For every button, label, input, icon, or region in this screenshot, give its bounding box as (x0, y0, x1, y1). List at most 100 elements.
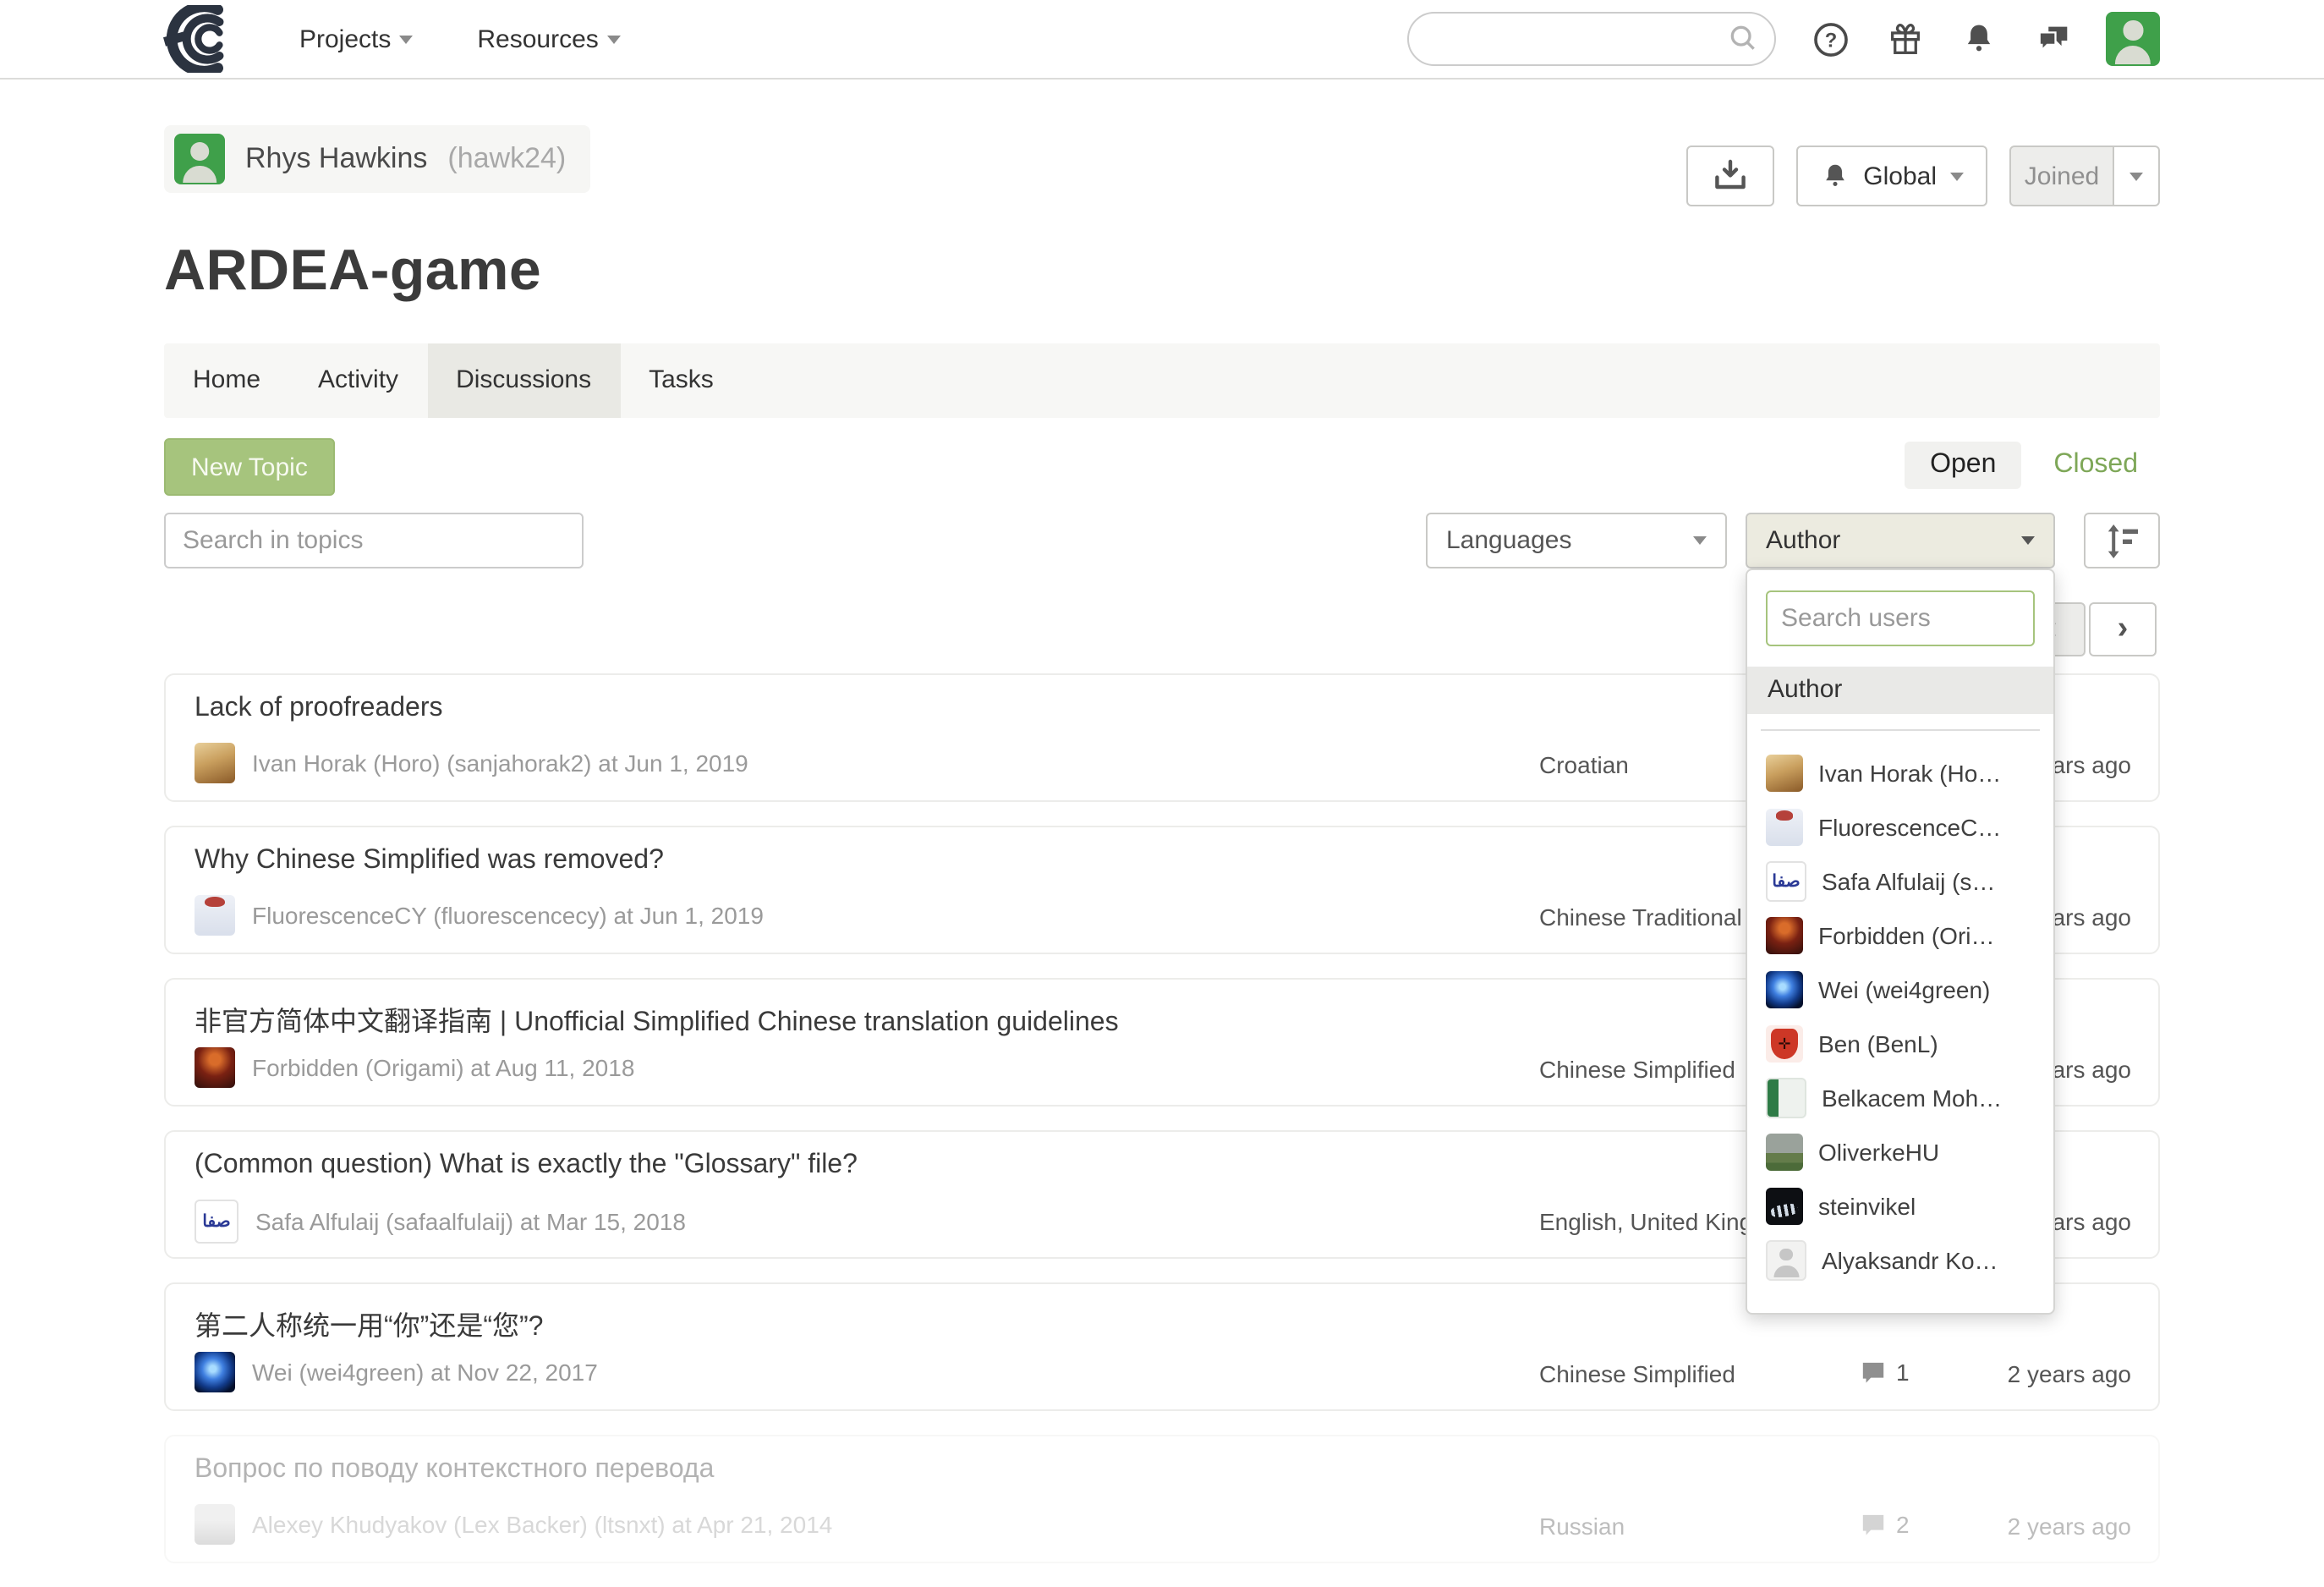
author-option[interactable]: FluorescenceC… (1766, 800, 2035, 854)
chat-bubbles-icon (2033, 19, 2074, 58)
global-search-input[interactable] (1429, 24, 1727, 54)
global-search[interactable] (1407, 12, 1776, 66)
comment-count: 2 (1896, 1511, 1910, 1538)
chevron-down-icon (1950, 172, 1964, 180)
pagination-next-button[interactable]: › (2089, 602, 2157, 656)
topic-comments: 1 (1861, 1359, 1910, 1386)
sort-button[interactable] (2084, 513, 2160, 568)
user-avatar (1766, 1188, 1803, 1225)
comment-count: 1 (1896, 1359, 1910, 1386)
chevron-down-icon (1693, 536, 1707, 545)
owner-handle: (hawk24) (447, 142, 566, 176)
topic-time: 2 years ago (2008, 1360, 2131, 1387)
projects-menu-label: Projects (299, 25, 391, 53)
topic-author-avatar (195, 895, 235, 936)
languages-filter[interactable]: Languages (1426, 513, 1727, 568)
tab-home[interactable]: Home (164, 343, 289, 418)
user-avatar[interactable] (2106, 12, 2160, 66)
sort-icon (2102, 520, 2142, 561)
author-search-input[interactable] (1766, 590, 2035, 646)
topic-language: Chinese Traditional (1539, 903, 1742, 931)
author-selected-option[interactable]: Author (1747, 667, 2053, 714)
user-name: Ben (BenL) (1818, 1030, 1938, 1057)
user-name: Wei (wei4green) (1818, 976, 1990, 1003)
topic-row[interactable]: Вопрос по поводу контекстного перевода Al… (164, 1435, 2160, 1563)
page: Projects Resources ? (0, 0, 2324, 1553)
user-name: FluorescenceC… (1818, 814, 2001, 841)
divider (1761, 729, 2040, 731)
topic-title: 第二人称统一用“你”还是“您”? (195, 1303, 543, 1343)
author-filter-label: Author (1766, 526, 1840, 555)
user-name: Forbidden (Ori… (1818, 922, 1995, 949)
notifications-button[interactable] (1960, 19, 1998, 58)
topic-language: Russian (1539, 1513, 1625, 1540)
bell-icon (1819, 160, 1850, 192)
filter-open[interactable]: Open (1905, 442, 2021, 489)
author-filter[interactable]: Author (1746, 513, 2055, 568)
app-logo-icon[interactable] (161, 5, 235, 73)
user-name: steinvikel (1818, 1193, 1916, 1220)
chevron-down-icon (2129, 172, 2143, 180)
topic-title: (Common question) What is exactly the "G… (195, 1150, 858, 1181)
author-option[interactable]: OliverkeHU (1766, 1125, 2035, 1179)
topic-author-avatar (195, 1200, 238, 1244)
topic-language: Croatian (1539, 751, 1629, 778)
user-name: Safa Alfulaij (s… (1822, 868, 1995, 895)
tab-tasks[interactable]: Tasks (620, 343, 743, 418)
chevron-down-icon (607, 35, 621, 43)
topic-author-avatar (195, 743, 235, 783)
topic-author: Alexey Khudyakov (Lex Backer) (ltsnxt) a… (195, 1504, 832, 1545)
notification-scope-label: Global (1863, 162, 1937, 190)
resources-menu[interactable]: Resources (477, 25, 620, 53)
author-option[interactable]: Alyaksandr Ko… (1766, 1233, 2035, 1288)
user-avatar (1766, 1240, 1806, 1281)
messages-button[interactable] (2033, 19, 2074, 58)
help-button[interactable]: ? (1812, 19, 1850, 58)
topic-author: Forbidden (Origami) at Aug 11, 2018 (195, 1047, 634, 1088)
author-option[interactable]: steinvikel (1766, 1179, 2035, 1233)
topic-author: Safa Alfulaij (safaalfulaij) at Mar 15, … (195, 1200, 686, 1244)
main: Rhys Hawkins (hawk24) Global (164, 80, 2160, 1555)
comment-icon (1861, 1359, 1886, 1385)
chevron-down-icon (2021, 536, 2035, 545)
project-owner-badge[interactable]: Rhys Hawkins (hawk24) (164, 125, 589, 193)
projects-menu[interactable]: Projects (299, 25, 413, 53)
author-option[interactable]: Ivan Horak (Ho… (1766, 746, 2035, 800)
joined-button[interactable]: Joined (2009, 146, 2114, 206)
tab-activity[interactable]: Activity (289, 343, 427, 418)
author-option[interactable]: Wei (wei4green) (1766, 963, 2035, 1017)
user-avatar (1766, 809, 1803, 846)
author-option[interactable]: Forbidden (Ori… (1766, 909, 2035, 963)
author-option[interactable]: Belkacem Moh… (1766, 1071, 2035, 1125)
topic-title: Lack of proofreaders (195, 694, 443, 724)
user-name: Belkacem Moh… (1822, 1085, 2002, 1112)
author-option[interactable]: Safa Alfulaij (s… (1766, 854, 2035, 909)
topic-search-input[interactable] (164, 513, 584, 568)
topic-author-text: FluorescenceCY (fluorescencecy) at Jun 1… (252, 902, 764, 929)
filter-closed[interactable]: Closed (2053, 450, 2138, 480)
topic-time: 2 years ago (2008, 1513, 2131, 1540)
user-avatar (1766, 1134, 1803, 1171)
user-avatar (1766, 755, 1803, 792)
topic-author-text: Safa Alfulaij (safaalfulaij) at Mar 15, … (255, 1208, 686, 1235)
topic-title: Вопрос по поводу контекстного перевода (195, 1455, 714, 1485)
topic-title: 非官方简体中文翻译指南 | Unofficial Simplified Chin… (195, 998, 1119, 1039)
tab-discussions[interactable]: Discussions (427, 343, 620, 418)
topic-author-text: Wei (wei4green) at Nov 22, 2017 (252, 1359, 598, 1386)
top-nav: Projects Resources ? (0, 0, 2324, 80)
gift-button[interactable] (1886, 19, 1925, 58)
resources-menu-label: Resources (477, 25, 598, 53)
languages-filter-label: Languages (1446, 526, 1572, 555)
author-option[interactable]: Ben (BenL) (1766, 1017, 2035, 1071)
user-name: OliverkeHU (1818, 1139, 1939, 1166)
joined-menu-button[interactable] (2114, 146, 2160, 206)
gift-icon (1886, 19, 1925, 58)
new-topic-button[interactable]: New Topic (164, 438, 335, 496)
download-icon (1709, 156, 1750, 196)
user-avatar (1766, 1025, 1803, 1063)
topic-title: Why Chinese Simplified was removed? (195, 846, 664, 876)
download-button[interactable] (1685, 146, 1773, 206)
topic-language: Chinese Simplified (1539, 1360, 1735, 1387)
notification-scope-button[interactable]: Global (1795, 146, 1987, 206)
comment-icon (1861, 1512, 1886, 1537)
